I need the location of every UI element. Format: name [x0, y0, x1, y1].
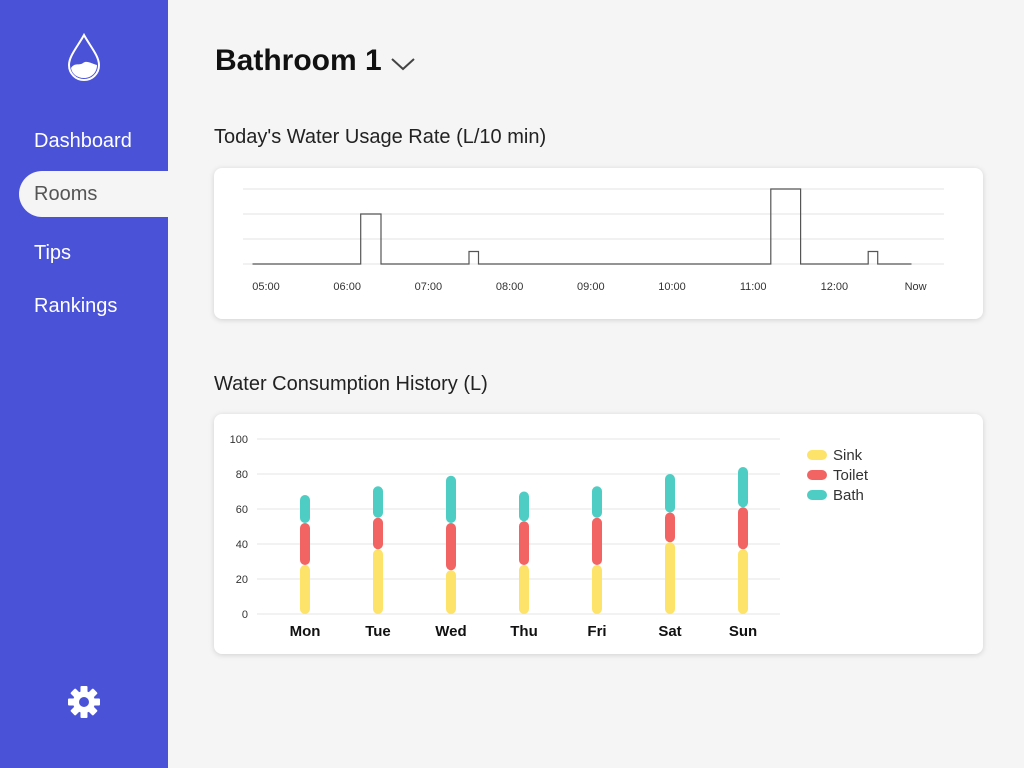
bar-segment-bath — [373, 486, 383, 518]
nav-dashboard[interactable]: Dashboard — [19, 118, 168, 164]
y-tick-label: 20 — [236, 574, 248, 586]
y-tick-label: 40 — [236, 539, 248, 551]
nav-rooms[interactable]: Rooms — [19, 171, 168, 217]
bar-segment-bath — [592, 486, 602, 518]
history-card: 0 20 40 60 80 100 Mon Tue Wed Thu Fri Sat Sun Sink Toi… — [214, 414, 983, 654]
bar-segment-toilet — [519, 521, 529, 565]
x-tick-label: 08:00 — [496, 281, 524, 293]
bar-segment-bath — [665, 474, 675, 513]
chevron-down-icon[interactable] — [390, 56, 416, 72]
bar-segment-bath — [446, 475, 456, 523]
bar-segment-toilet — [738, 507, 748, 550]
bar-segment-sink — [592, 565, 602, 614]
x-category-label: Sun — [729, 623, 757, 640]
bar-segment-toilet — [592, 517, 602, 565]
bar-segment-bath — [519, 491, 529, 522]
bar-segment-bath — [738, 467, 748, 508]
bar-segment-sink — [300, 565, 310, 614]
bar-segment-sink — [446, 570, 456, 614]
bar-segment-sink — [738, 549, 748, 614]
usage-rate-title: Today's Water Usage Rate (L/10 min) — [214, 126, 547, 148]
x-category-label: Mon — [290, 623, 321, 640]
legend-label: Bath — [833, 487, 864, 504]
x-tick-label: 07:00 — [415, 281, 443, 293]
x-tick-label: 10:00 — [658, 281, 686, 293]
x-tick-label: 12:00 — [821, 281, 849, 293]
bar-segment-toilet — [373, 517, 383, 550]
bar-segment-sink — [519, 565, 529, 614]
usage-rate-chart: 05:00 06:00 07:00 08:00 09:00 10:00 11:00 12:00… — [243, 188, 944, 293]
room-title: Bathroom 1 — [215, 44, 382, 77]
y-tick-label: 80 — [236, 469, 248, 481]
room-selector[interactable]: Bathroom 1 — [215, 44, 416, 78]
x-tick-label: Now — [905, 281, 927, 293]
water-drop-icon — [67, 32, 101, 82]
x-category-label: Sat — [658, 623, 681, 640]
legend-label: Sink — [833, 447, 863, 464]
x-tick-label: 11:00 — [740, 281, 767, 293]
x-tick-label: 09:00 — [577, 281, 605, 293]
x-category-label: Thu — [510, 623, 538, 640]
legend-swatch-toilet — [807, 470, 827, 480]
x-tick-label: 06:00 — [333, 281, 361, 293]
sidebar: Dashboard Rooms Tips Rankings — [0, 0, 168, 768]
bar-segment-bath — [300, 495, 310, 523]
bar-segment-toilet — [300, 523, 310, 565]
bar-segment-toilet — [665, 512, 675, 543]
legend-swatch-sink — [807, 450, 827, 460]
x-tick-label: 05:00 — [252, 281, 280, 293]
y-tick-label: 60 — [236, 504, 248, 516]
y-tick-label: 100 — [230, 434, 248, 446]
bar-segment-toilet — [446, 523, 456, 571]
gear-icon[interactable] — [67, 685, 101, 719]
usage-rate-card: 05:00 06:00 07:00 08:00 09:00 10:00 11:00 12:00… — [214, 168, 983, 319]
bar-segment-sink — [665, 542, 675, 614]
bar-segment-sink — [373, 549, 383, 614]
legend-swatch-bath — [807, 490, 827, 500]
history-chart: 0 20 40 60 80 100 Mon Tue Wed Thu Fri Sat Sun Sink Toi… — [230, 434, 869, 640]
x-category-label: Fri — [587, 623, 606, 640]
nav-tips[interactable]: Tips — [19, 230, 168, 276]
legend-label: Toilet — [833, 467, 869, 484]
nav-rankings[interactable]: Rankings — [19, 283, 168, 329]
x-category-label: Tue — [365, 623, 391, 640]
usage-line — [252, 188, 912, 265]
y-tick-label: 0 — [242, 609, 248, 621]
x-category-label: Wed — [435, 623, 466, 640]
history-title: Water Consumption History (L) — [214, 373, 488, 395]
